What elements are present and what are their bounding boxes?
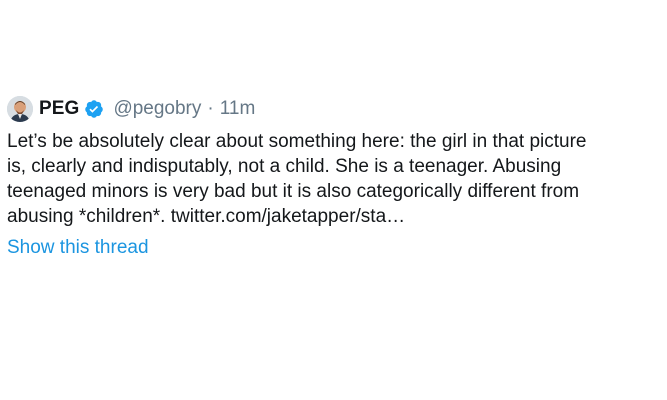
- tweet-header: PEG @pegobry · 11m: [7, 95, 663, 123]
- display-name[interactable]: PEG: [39, 98, 79, 120]
- user-handle[interactable]: @pegobry: [113, 98, 201, 120]
- timestamp[interactable]: 11m: [220, 98, 256, 120]
- tweet[interactable]: PEG @pegobry · 11m Let’s be absolutely c…: [7, 95, 663, 260]
- avatar[interactable]: [7, 96, 33, 122]
- show-thread-link[interactable]: Show this thread: [7, 235, 149, 260]
- tweet-text: Let’s be absolutely clear about somethin…: [7, 131, 587, 227]
- verified-badge-icon: [84, 99, 104, 119]
- separator-dot: ·: [207, 98, 214, 119]
